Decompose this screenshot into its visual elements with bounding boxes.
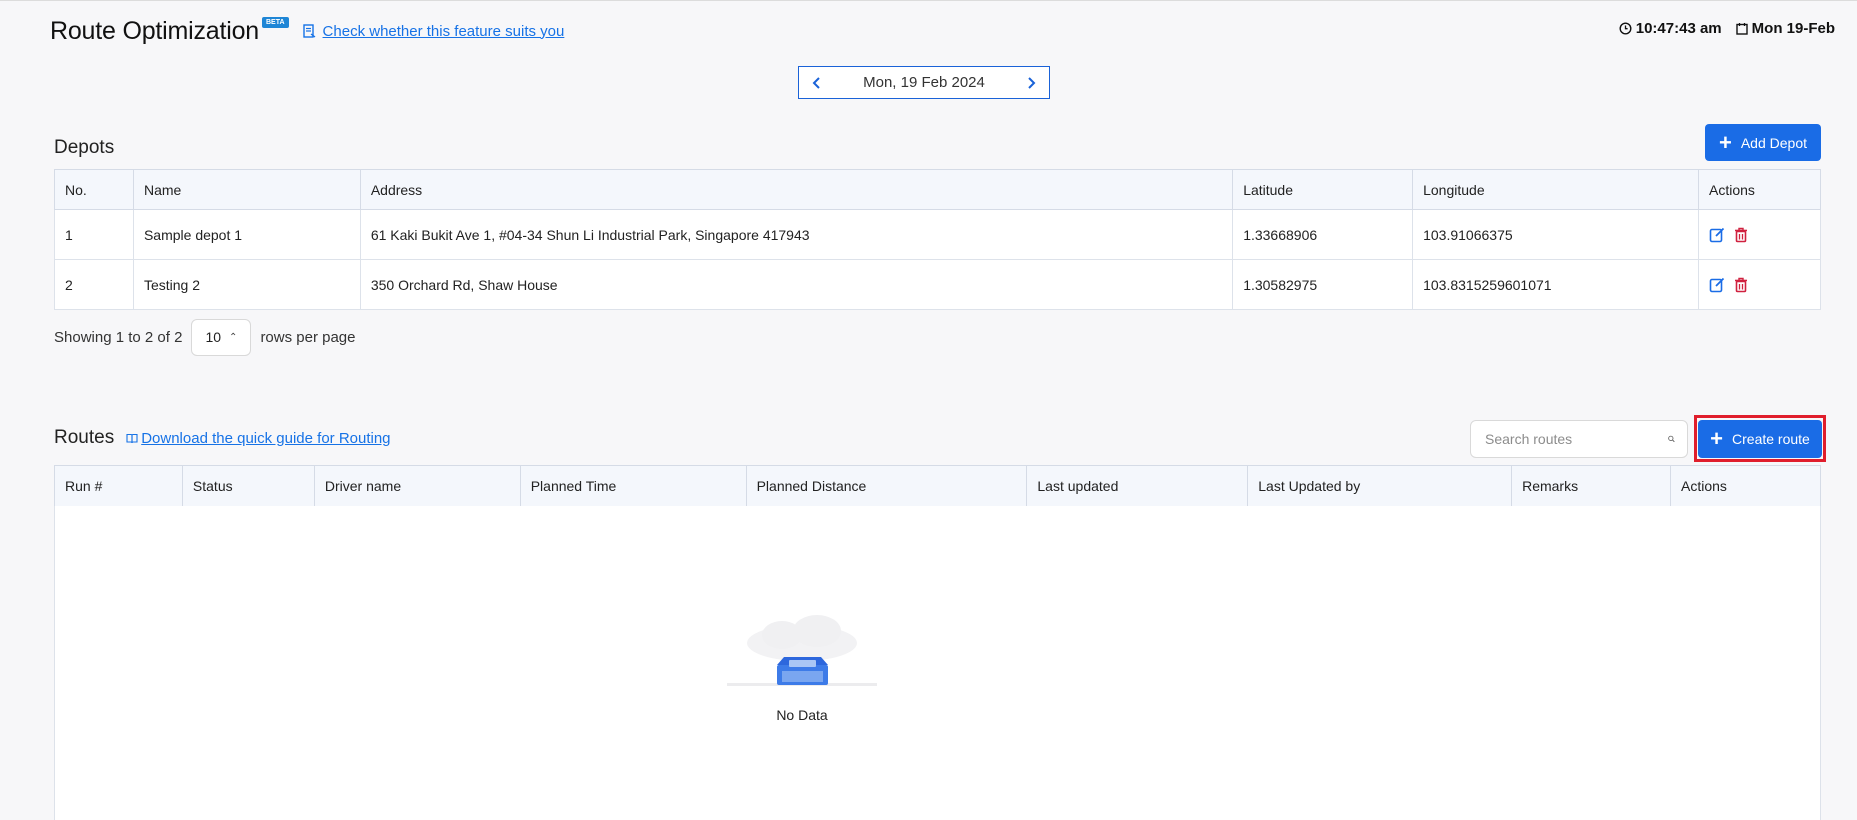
current-time: 10:47:43 am [1635,20,1722,37]
column-header: Actions [1698,169,1821,210]
routing-guide-label: Download the quick guide for Routing [141,429,391,447]
cell-actions [1698,259,1821,310]
depots-pagination: Showing 1 to 2 of 2 10 ⌃ rows per page [54,318,356,356]
chevron-right-icon [1028,76,1036,89]
calendar-icon [1735,23,1748,35]
page-header: Route Optimization BETA Check whether th… [50,14,564,48]
cell-longitude: 103.8315259601071 [1412,259,1699,310]
column-header: Last updated [1026,465,1249,507]
datetime-display: 10:47:43 am Mon 19-Feb [1605,20,1835,37]
empty-state-text: No Data [776,707,828,723]
cell-address: 61 Kaki Bukit Ave 1, #04-34 Shun Li Indu… [359,209,1234,260]
add-depot-label: Add Depot [1740,134,1808,151]
routes-table-body [54,506,1821,820]
routing-guide-link[interactable]: Download the quick guide for Routing [126,429,391,447]
search-icon[interactable] [1668,431,1675,447]
next-date-button[interactable] [1015,67,1049,98]
delete-icon[interactable] [1734,227,1748,243]
column-header: Planned Time [519,465,747,507]
current-date: Mon 19-Feb [1751,20,1835,37]
delete-icon[interactable] [1734,277,1748,293]
check-feature-link[interactable]: Check whether this feature suits you [302,22,565,40]
column-header: Longitude [1412,169,1699,210]
column-header: Planned Distance [745,465,1028,507]
create-route-label: Create route [1732,431,1810,447]
book-icon [126,433,138,443]
routes-table: Run # Status Driver name Planned Time Pl… [54,465,1821,507]
routes-header: Routes Download the quick guide for Rout… [54,427,391,449]
cell-longitude: 103.91066375 [1412,209,1699,260]
column-header: Address [359,169,1234,210]
clock-icon [1619,22,1632,35]
add-depot-button[interactable]: + Add Depot [1705,124,1821,161]
beta-badge: BETA [262,16,289,28]
cell-no: 1 [54,209,134,260]
column-header: Run # [54,465,183,507]
cell-latitude: 1.33668906 [1232,209,1414,260]
top-divider [0,0,1857,1]
column-header: Status [181,465,315,507]
cell-name: Testing 2 [132,259,361,310]
edit-icon[interactable] [1709,276,1726,293]
table-row: 1 Sample depot 1 61 Kaki Bukit Ave 1, #0… [54,209,1821,260]
table-header-row: Run # Status Driver name Planned Time Pl… [54,465,1821,507]
create-route-button[interactable]: + Create route [1698,420,1822,458]
plus-icon: + [1710,426,1724,451]
empty-state: No Data [727,605,877,723]
depots-title: Depots [54,137,115,158]
cell-actions [1698,209,1821,260]
prev-date-button[interactable] [799,67,833,98]
column-header: Name [132,169,361,210]
search-routes-input[interactable] [1483,430,1668,448]
column-header: Driver name [313,465,521,507]
empty-box-icon [727,615,877,686]
cell-latitude: 1.30582975 [1232,259,1414,310]
chevron-up-icon: ⌃ [229,331,238,343]
document-icon [302,24,315,38]
table-header-row: No. Name Address Latitude Longitude Acti… [54,169,1821,210]
rows-per-page-value: 10 [205,329,222,345]
cell-name: Sample depot 1 [132,209,361,260]
column-header: Actions [1670,465,1821,507]
column-header: Last Updated by [1247,465,1513,507]
rows-per-page-label: rows per page [260,328,356,346]
column-header: No. [54,169,134,210]
showing-text: Showing 1 to 2 of 2 [54,328,183,346]
column-header: Remarks [1511,465,1671,507]
search-routes-box [1470,420,1688,458]
rows-per-page-select[interactable]: 10 ⌃ [191,318,252,356]
check-feature-link-label: Check whether this feature suits you [322,22,565,40]
column-header: Latitude [1232,169,1414,210]
table-row: 2 Testing 2 350 Orchard Rd, Shaw House 1… [54,259,1821,310]
edit-icon[interactable] [1709,226,1726,243]
cell-address: 350 Orchard Rd, Shaw House [359,259,1234,310]
chevron-left-icon [812,76,820,89]
selected-date: Mon, 19 Feb 2024 [863,74,985,91]
plus-icon: + [1718,129,1732,155]
depots-table: No. Name Address Latitude Longitude Acti… [54,169,1821,310]
page-title: Route Optimization [50,16,259,45]
date-navigator: Mon, 19 Feb 2024 [798,66,1050,99]
cell-no: 2 [54,259,134,310]
routes-title: Routes [54,427,115,448]
